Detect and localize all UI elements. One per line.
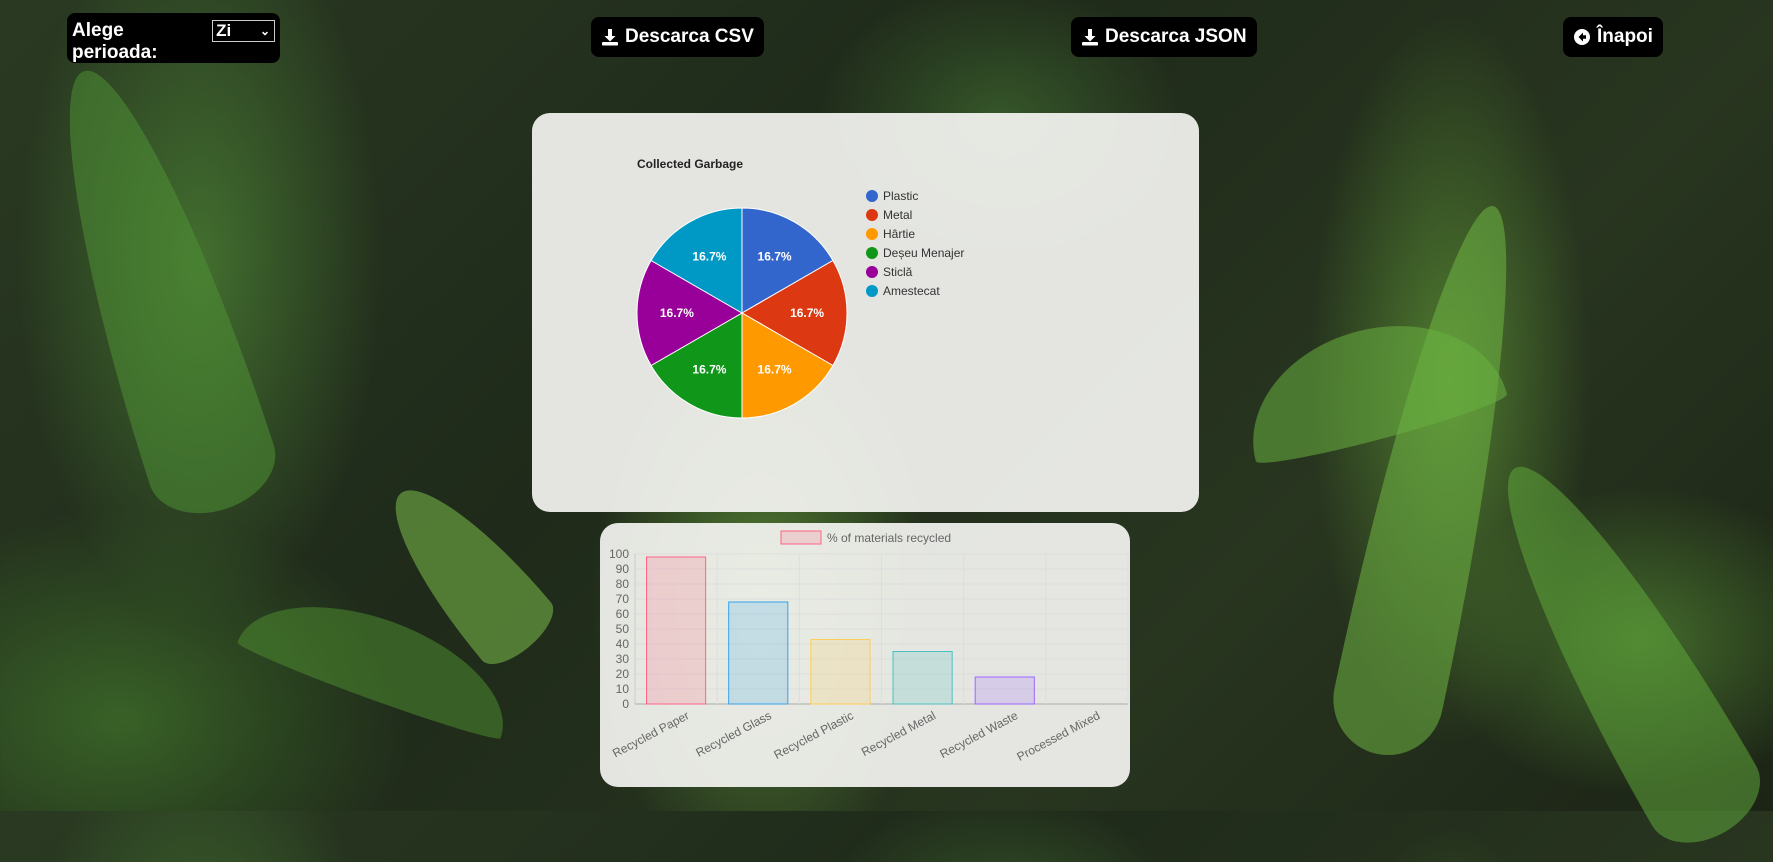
back-label: Înapoi <box>1597 26 1653 47</box>
period-label: Alege perioada: <box>72 20 158 63</box>
pie-legend-label: Amestecat <box>883 284 940 298</box>
pie-slice-label: 16.7% <box>660 306 694 320</box>
bar-chart: % of materials recycled 01020304050607080… <box>609 530 1129 764</box>
y-tick-label: 20 <box>616 667 630 681</box>
pie-chart: Collected Garbage 16.7% 16.7% 16.7% 16.7% 16.… <box>636 157 964 419</box>
bar <box>646 556 707 705</box>
pie-legend-marker <box>866 209 878 221</box>
y-tick-label: 30 <box>616 652 630 666</box>
pie-slice-label: 16.7% <box>692 250 726 264</box>
pie-legend-marker <box>866 247 878 259</box>
pie-slice-label: 16.7% <box>758 362 792 376</box>
pie-legend-label: Plastic <box>883 189 918 203</box>
download-json-label: Descarca JSON <box>1105 26 1247 47</box>
bar-legend-swatch <box>780 530 822 545</box>
background-leaf <box>22 51 288 529</box>
y-tick-label: 50 <box>616 622 630 636</box>
x-tick-label: Processed Mixed <box>1014 708 1102 764</box>
download-json-button[interactable]: Descarca JSON <box>1071 17 1257 57</box>
bar <box>892 651 953 705</box>
y-tick-label: 90 <box>616 562 630 576</box>
y-tick-label: 10 <box>616 682 630 696</box>
x-tick-label: Recycled Glass <box>693 708 773 760</box>
x-tick-label: Recycled Metal <box>859 708 938 759</box>
pie-legend-marker <box>866 266 878 278</box>
arrow-left-circle-icon <box>1573 28 1591 46</box>
y-tick-label: 100 <box>609 547 629 561</box>
y-tick-label: 0 <box>622 697 629 711</box>
y-tick-label: 80 <box>616 577 630 591</box>
pie-legend-marker <box>866 228 878 240</box>
bar <box>728 601 789 705</box>
pie-slice-label: 16.7% <box>692 362 726 376</box>
pie-legend-marker <box>866 190 878 202</box>
download-icon <box>601 28 619 46</box>
download-icon <box>1081 28 1099 46</box>
bar <box>974 676 1035 705</box>
pie-legend-marker <box>866 285 878 297</box>
chevron-down-icon: ⌄ <box>259 24 270 38</box>
download-csv-button[interactable]: Descarca CSV <box>591 17 764 57</box>
bar <box>810 639 871 705</box>
download-csv-label: Descarca CSV <box>625 26 754 47</box>
y-tick-label: 70 <box>616 592 630 606</box>
x-tick-label: Recycled Paper <box>610 708 691 760</box>
pie-legend-label: Hârtie <box>883 227 915 241</box>
back-button[interactable]: Înapoi <box>1563 17 1663 57</box>
pie-slice-label: 16.7% <box>790 306 824 320</box>
period-select[interactable]: Zi ⌄ <box>212 20 275 42</box>
y-tick-label: 40 <box>616 637 630 651</box>
x-tick-label: Recycled Waste <box>937 708 1020 761</box>
pie-legend-label: Metal <box>883 208 912 222</box>
pie-chart-card: Collected Garbage 16.7% 16.7% 16.7% 16.7% 16.… <box>532 113 1199 512</box>
pie-legend-label: Sticlă <box>883 265 913 279</box>
x-tick-label: Recycled Plastic <box>772 708 856 762</box>
pie-slice-label: 16.7% <box>758 250 792 264</box>
bar-chart-card: % of materials recycled 0 10 20 30 40 50 60 70 80… <box>600 523 1130 787</box>
period-selector: Alege perioada: Zi ⌄ <box>67 13 280 63</box>
pie-chart-title: Collected Garbage <box>637 157 743 171</box>
pie-legend-label: Deșeu Menajer <box>883 246 964 260</box>
y-tick-label: 60 <box>616 607 630 621</box>
period-select-value: Zi <box>216 21 232 40</box>
background-leaf <box>1463 438 1773 862</box>
bar-legend-label: % of materials recycled <box>827 531 951 545</box>
